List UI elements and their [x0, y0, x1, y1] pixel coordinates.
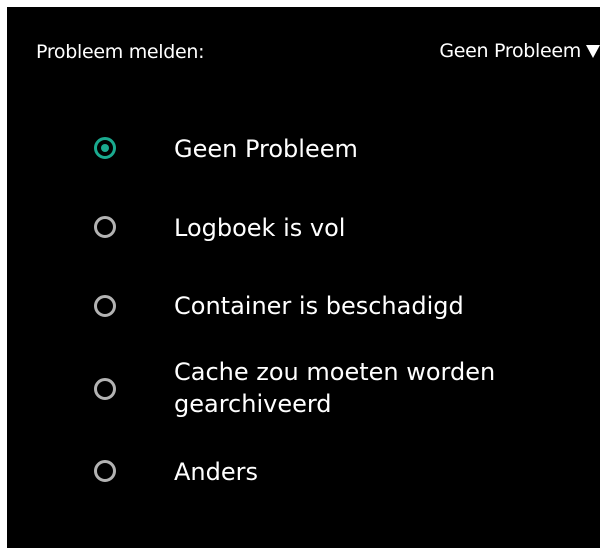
option-label: Logboek is vol — [174, 214, 346, 242]
radio-unchecked-icon[interactable] — [94, 295, 116, 317]
option-label: Anders — [174, 458, 258, 486]
option-no-problem[interactable]: Geen Probleem — [7, 124, 600, 174]
option-label: Container is beschadigd — [174, 292, 464, 320]
radio-unchecked-icon[interactable] — [94, 378, 116, 400]
radio-unchecked-icon[interactable] — [94, 216, 116, 238]
radio-unchecked-icon[interactable] — [94, 460, 116, 482]
radio-dot — [101, 144, 109, 152]
problem-options-list: Geen Probleem Logboek is vol Container i… — [7, 7, 600, 548]
option-other[interactable]: Anders — [7, 447, 600, 497]
report-problem-panel: Probleem melden: Geen Probleem Geen Prob… — [7, 7, 600, 548]
radio-checked-icon[interactable] — [94, 137, 116, 159]
option-container-damaged[interactable]: Container is beschadigd — [7, 282, 600, 332]
option-logbook-full[interactable]: Logboek is vol — [7, 203, 600, 253]
option-label: Cache zou moeten worden gearchiveerd — [174, 358, 496, 418]
option-cache-archive[interactable]: Cache zou moeten worden gearchiveerd — [7, 356, 600, 430]
option-label: Geen Probleem — [174, 135, 358, 163]
